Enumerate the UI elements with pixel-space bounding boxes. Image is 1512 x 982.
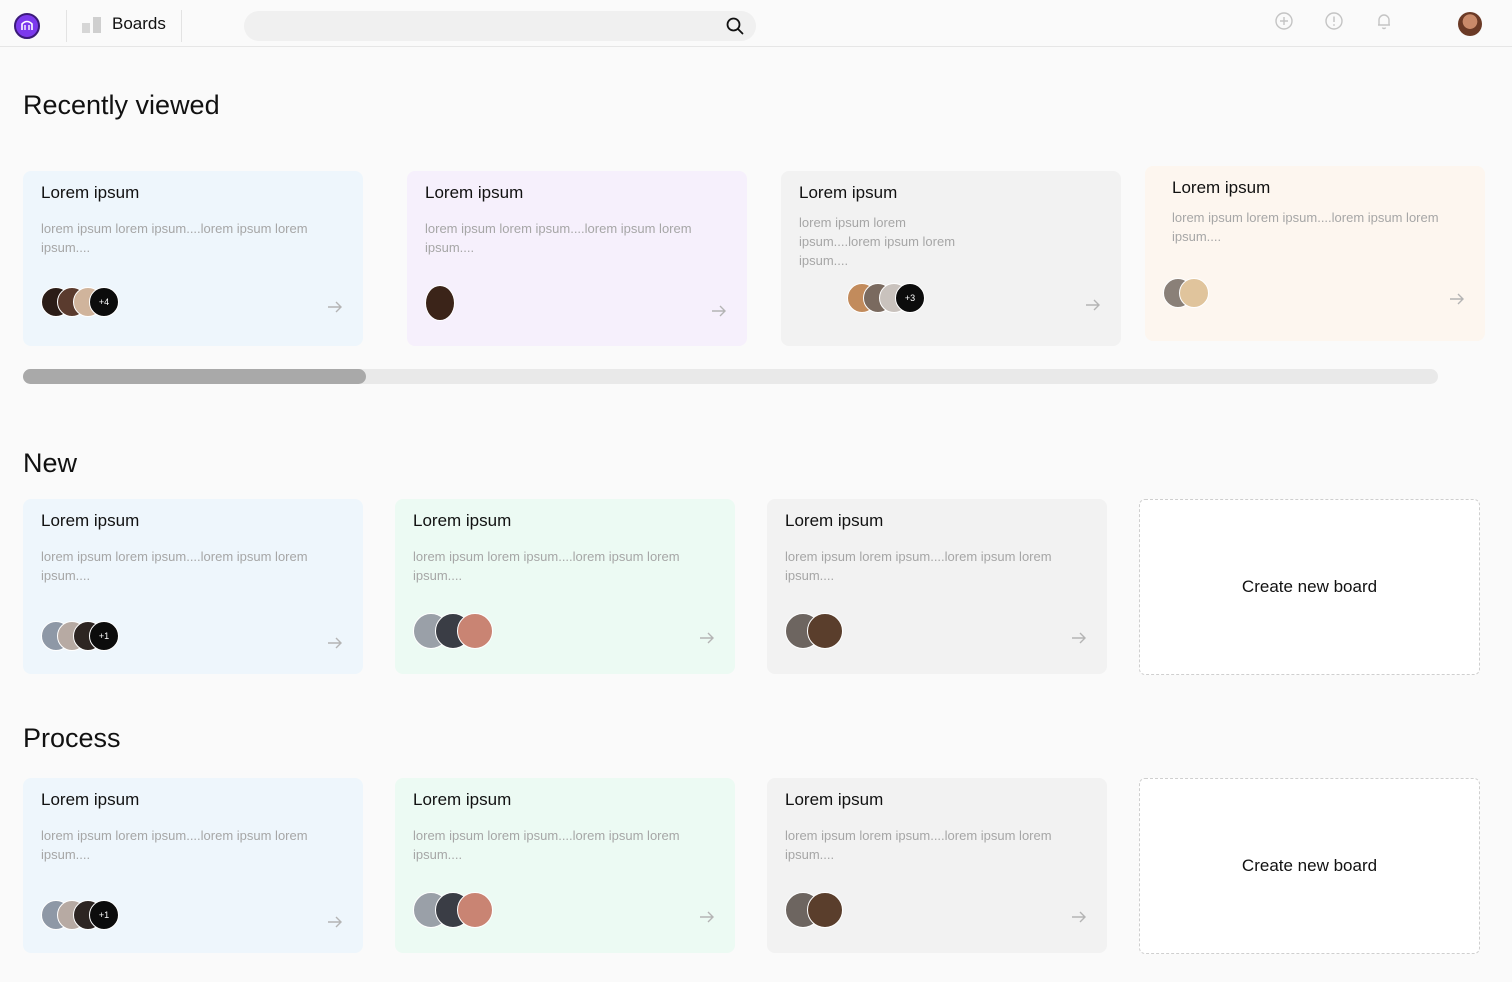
arrow-right-icon[interactable] bbox=[1085, 298, 1101, 312]
board-card[interactable]: Lorem ipsum lorem ipsum lorem ipsum....l… bbox=[407, 171, 747, 346]
search-bar bbox=[244, 11, 756, 41]
avatar-more-count: +1 bbox=[89, 900, 119, 930]
card-title: Lorem ipsum bbox=[785, 511, 884, 530]
avatar bbox=[457, 892, 493, 928]
divider bbox=[181, 10, 182, 42]
search-icon[interactable] bbox=[726, 17, 744, 35]
boards-icon bbox=[82, 15, 102, 33]
card-description: lorem ipsum lorem ipsum....lorem ipsum l… bbox=[785, 828, 1052, 862]
section-title-process: Process bbox=[23, 723, 121, 753]
card-title: Lorem ipsum bbox=[413, 511, 512, 530]
create-new-board-button[interactable]: Create new board bbox=[1139, 778, 1480, 954]
card-title: Lorem ipsum bbox=[41, 183, 140, 202]
section-title-recently-viewed: Recently viewed bbox=[23, 90, 220, 120]
arrow-right-icon[interactable] bbox=[327, 636, 343, 650]
logo-icon bbox=[21, 20, 33, 30]
top-bar: Boards bbox=[0, 0, 1512, 47]
card-title: Lorem ipsum bbox=[425, 183, 524, 202]
avatar-group: +4 bbox=[41, 287, 119, 317]
user-avatar[interactable] bbox=[1458, 12, 1482, 36]
board-card[interactable]: Lorem ipsum lorem ipsum lorem ipsum....l… bbox=[767, 778, 1107, 953]
board-card[interactable]: Lorem ipsum lorem ipsum lorem ipsum....l… bbox=[395, 499, 735, 674]
arrow-right-icon[interactable] bbox=[1071, 910, 1087, 924]
info-icon[interactable] bbox=[1324, 11, 1344, 31]
avatar-group bbox=[785, 613, 843, 649]
avatar-group bbox=[413, 892, 493, 928]
scrollbar-thumb[interactable] bbox=[23, 369, 366, 384]
card-title: Lorem ipsum bbox=[799, 183, 898, 202]
avatar-group: +3 bbox=[847, 283, 925, 313]
avatar bbox=[807, 892, 843, 928]
card-description: lorem ipsum lorem ipsum....lorem ipsum l… bbox=[799, 215, 956, 268]
card-title: Lorem ipsum bbox=[413, 790, 512, 809]
avatar-group bbox=[425, 285, 455, 321]
avatar bbox=[1179, 278, 1209, 308]
plus-circle-icon[interactable] bbox=[1274, 11, 1294, 31]
card-title: Lorem ipsum bbox=[41, 790, 140, 809]
board-card[interactable]: Lorem ipsum lorem ipsum lorem ipsum....l… bbox=[781, 171, 1121, 346]
arrow-right-icon[interactable] bbox=[711, 304, 727, 318]
avatar-more-count: +4 bbox=[89, 287, 119, 317]
avatar bbox=[457, 613, 493, 649]
avatar-group bbox=[1163, 278, 1209, 308]
bell-icon[interactable] bbox=[1374, 11, 1394, 31]
arrow-right-icon[interactable] bbox=[1071, 631, 1087, 645]
arrow-right-icon[interactable] bbox=[699, 910, 715, 924]
card-title: Lorem ipsum bbox=[785, 790, 884, 809]
card-description: lorem ipsum lorem ipsum....lorem ipsum l… bbox=[413, 549, 680, 583]
card-description: lorem ipsum lorem ipsum....lorem ipsum l… bbox=[41, 221, 308, 255]
create-new-board-button[interactable]: Create new board bbox=[1139, 499, 1480, 675]
search-input[interactable] bbox=[244, 11, 756, 41]
avatar bbox=[425, 285, 455, 321]
breadcrumb-label: Boards bbox=[112, 14, 166, 33]
arrow-right-icon[interactable] bbox=[327, 915, 343, 929]
avatar-more-count: +1 bbox=[89, 621, 119, 651]
board-card[interactable]: Lorem ipsum lorem ipsum lorem ipsum....l… bbox=[767, 499, 1107, 674]
avatar-more-count: +3 bbox=[895, 283, 925, 313]
avatar-group: +1 bbox=[41, 621, 119, 651]
card-description: lorem ipsum lorem ipsum....lorem ipsum l… bbox=[785, 549, 1052, 583]
breadcrumb-boards[interactable]: Boards bbox=[82, 14, 166, 34]
card-description: lorem ipsum lorem ipsum....lorem ipsum l… bbox=[41, 549, 308, 583]
card-description: lorem ipsum lorem ipsum....lorem ipsum l… bbox=[413, 828, 680, 862]
avatar-group bbox=[785, 892, 843, 928]
section-title-new: New bbox=[23, 448, 78, 478]
card-description: lorem ipsum lorem ipsum....lorem ipsum l… bbox=[425, 221, 692, 255]
avatar-group: +1 bbox=[41, 900, 119, 930]
board-card[interactable]: Lorem ipsum lorem ipsum lorem ipsum....l… bbox=[1145, 166, 1485, 341]
avatar-group bbox=[413, 613, 493, 649]
app-logo[interactable] bbox=[14, 13, 40, 39]
card-description: lorem ipsum lorem ipsum....lorem ipsum l… bbox=[41, 828, 308, 862]
board-card[interactable]: Lorem ipsum lorem ipsum lorem ipsum....l… bbox=[23, 778, 363, 953]
card-title: Lorem ipsum bbox=[1172, 178, 1271, 197]
divider bbox=[66, 10, 67, 42]
arrow-right-icon[interactable] bbox=[327, 300, 343, 314]
arrow-right-icon[interactable] bbox=[699, 631, 715, 645]
avatar bbox=[807, 613, 843, 649]
card-title: Lorem ipsum bbox=[41, 511, 140, 530]
board-card[interactable]: Lorem ipsum lorem ipsum lorem ipsum....l… bbox=[23, 171, 363, 346]
board-card[interactable]: Lorem ipsum lorem ipsum lorem ipsum....l… bbox=[23, 499, 363, 674]
arrow-right-icon[interactable] bbox=[1449, 292, 1465, 306]
card-description: lorem ipsum lorem ipsum....lorem ipsum l… bbox=[1172, 210, 1439, 244]
board-card[interactable]: Lorem ipsum lorem ipsum lorem ipsum....l… bbox=[395, 778, 735, 953]
